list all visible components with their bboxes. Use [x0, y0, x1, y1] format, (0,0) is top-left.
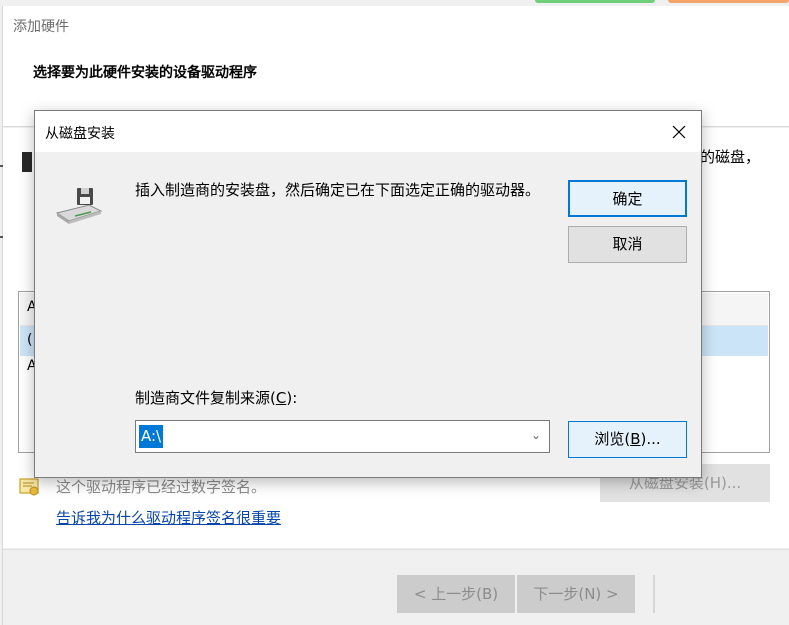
source-path-combobox[interactable]: A:\ ⌄	[135, 420, 550, 453]
source-label-suffix: ):	[286, 389, 298, 407]
cancel-button[interactable]: 取消	[568, 226, 687, 263]
install-from-disk-dialog: 从磁盘安装 插入制造商的安装盘，然后确定已在下面选定正确的驱动器。 确定 取消 …	[34, 110, 702, 478]
driver-signing-info-link[interactable]: 告诉我为什么驱动程序签名很重要	[56, 507, 281, 528]
browse-label-accesskey: B	[630, 430, 641, 448]
left-edge-mark	[0, 236, 3, 238]
browse-button[interactable]: 浏览(B)...	[568, 421, 687, 458]
close-button[interactable]	[659, 115, 699, 149]
dialog-titlebar: 从磁盘安装	[35, 111, 701, 152]
top-accent-orange	[668, 0, 789, 3]
signature-status-text: 这个驱动程序已经过数字签名。	[56, 478, 267, 496]
wizard-body-text: 的磁盘，	[700, 148, 761, 166]
source-path-label: 制造商文件复制来源(C):	[135, 387, 297, 408]
close-icon	[672, 125, 686, 139]
wizard-title: 添加硬件	[13, 19, 69, 35]
hardware-icon	[22, 152, 32, 172]
next-button[interactable]: 下一步(N) >	[517, 575, 635, 613]
footer-separator	[653, 575, 655, 613]
list-item-fragment: (	[27, 332, 33, 348]
certificate-icon	[19, 478, 39, 496]
browse-label-prefix: 浏览(	[594, 430, 631, 448]
wizard-footer	[3, 549, 789, 625]
ok-button[interactable]: 确定	[568, 180, 687, 217]
chevron-down-icon[interactable]: ⌄	[531, 428, 541, 442]
source-label-accesskey: C	[275, 389, 287, 407]
source-path-value[interactable]: A:\	[139, 425, 164, 448]
dialog-title: 从磁盘安装	[45, 126, 115, 142]
dialog-message: 插入制造商的安装盘，然后确定已在下面选定正确的驱动器。	[135, 181, 541, 199]
browse-label-suffix: )...	[640, 430, 661, 448]
left-edge-mark	[0, 165, 3, 167]
back-button[interactable]: < 上一步(B)	[397, 575, 515, 613]
wizard-header: 添加硬件 选择要为此硬件安装的设备驱动程序	[3, 6, 789, 127]
source-label-prefix: 制造商文件复制来源(	[135, 389, 276, 407]
floppy-disk-drive-icon	[55, 188, 103, 224]
wizard-heading: 选择要为此硬件安装的设备驱动程序	[33, 65, 257, 81]
top-accent-green	[535, 0, 655, 3]
